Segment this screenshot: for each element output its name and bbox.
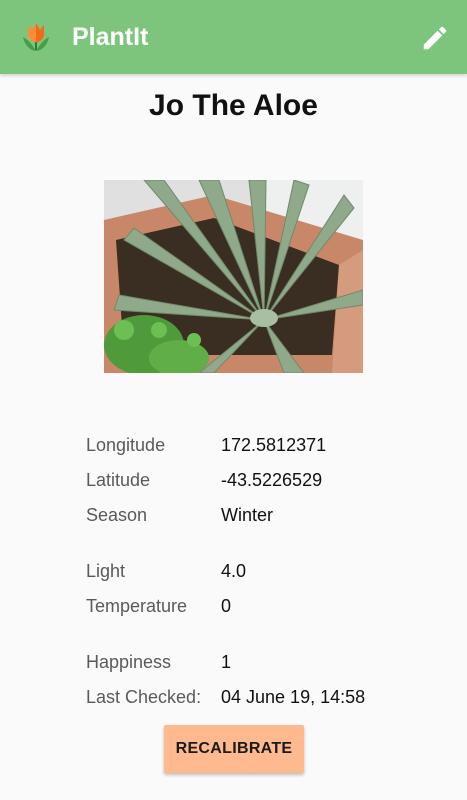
season-value: Winter <box>221 505 274 525</box>
tulip-icon <box>23 23 49 51</box>
longitude-label: Longitude <box>86 435 166 455</box>
plant-name: Jo The Aloe <box>149 89 318 122</box>
temperature-label: Temperature <box>86 596 188 616</box>
app-bar: PlantIt <box>0 0 467 74</box>
plant-detail-screen: PlantIt Jo The Aloe Longitude 172.581237… <box>0 0 467 800</box>
happiness-value: 1 <box>221 652 232 672</box>
latitude-label: Latitude <box>86 470 151 490</box>
latitude-value: -43.5226529 <box>221 470 323 490</box>
recalibrate-button[interactable]: RECALIBRATE <box>164 725 304 773</box>
temperature-value: 0 <box>221 596 232 616</box>
app-title: PlantIt <box>72 23 149 51</box>
season-label: Season <box>86 505 148 525</box>
last-checked-value: 04 June 19, 14:58 <box>221 687 366 707</box>
plant-photo <box>104 180 363 373</box>
aloe-plant-photo <box>104 180 363 373</box>
happiness-label: Happiness <box>86 652 172 672</box>
light-value: 4.0 <box>221 561 247 581</box>
last-checked-label: Last Checked: <box>86 687 202 707</box>
light-label: Light <box>86 561 126 581</box>
pencil-icon[interactable] <box>420 23 450 53</box>
longitude-value: 172.5812371 <box>221 435 327 455</box>
